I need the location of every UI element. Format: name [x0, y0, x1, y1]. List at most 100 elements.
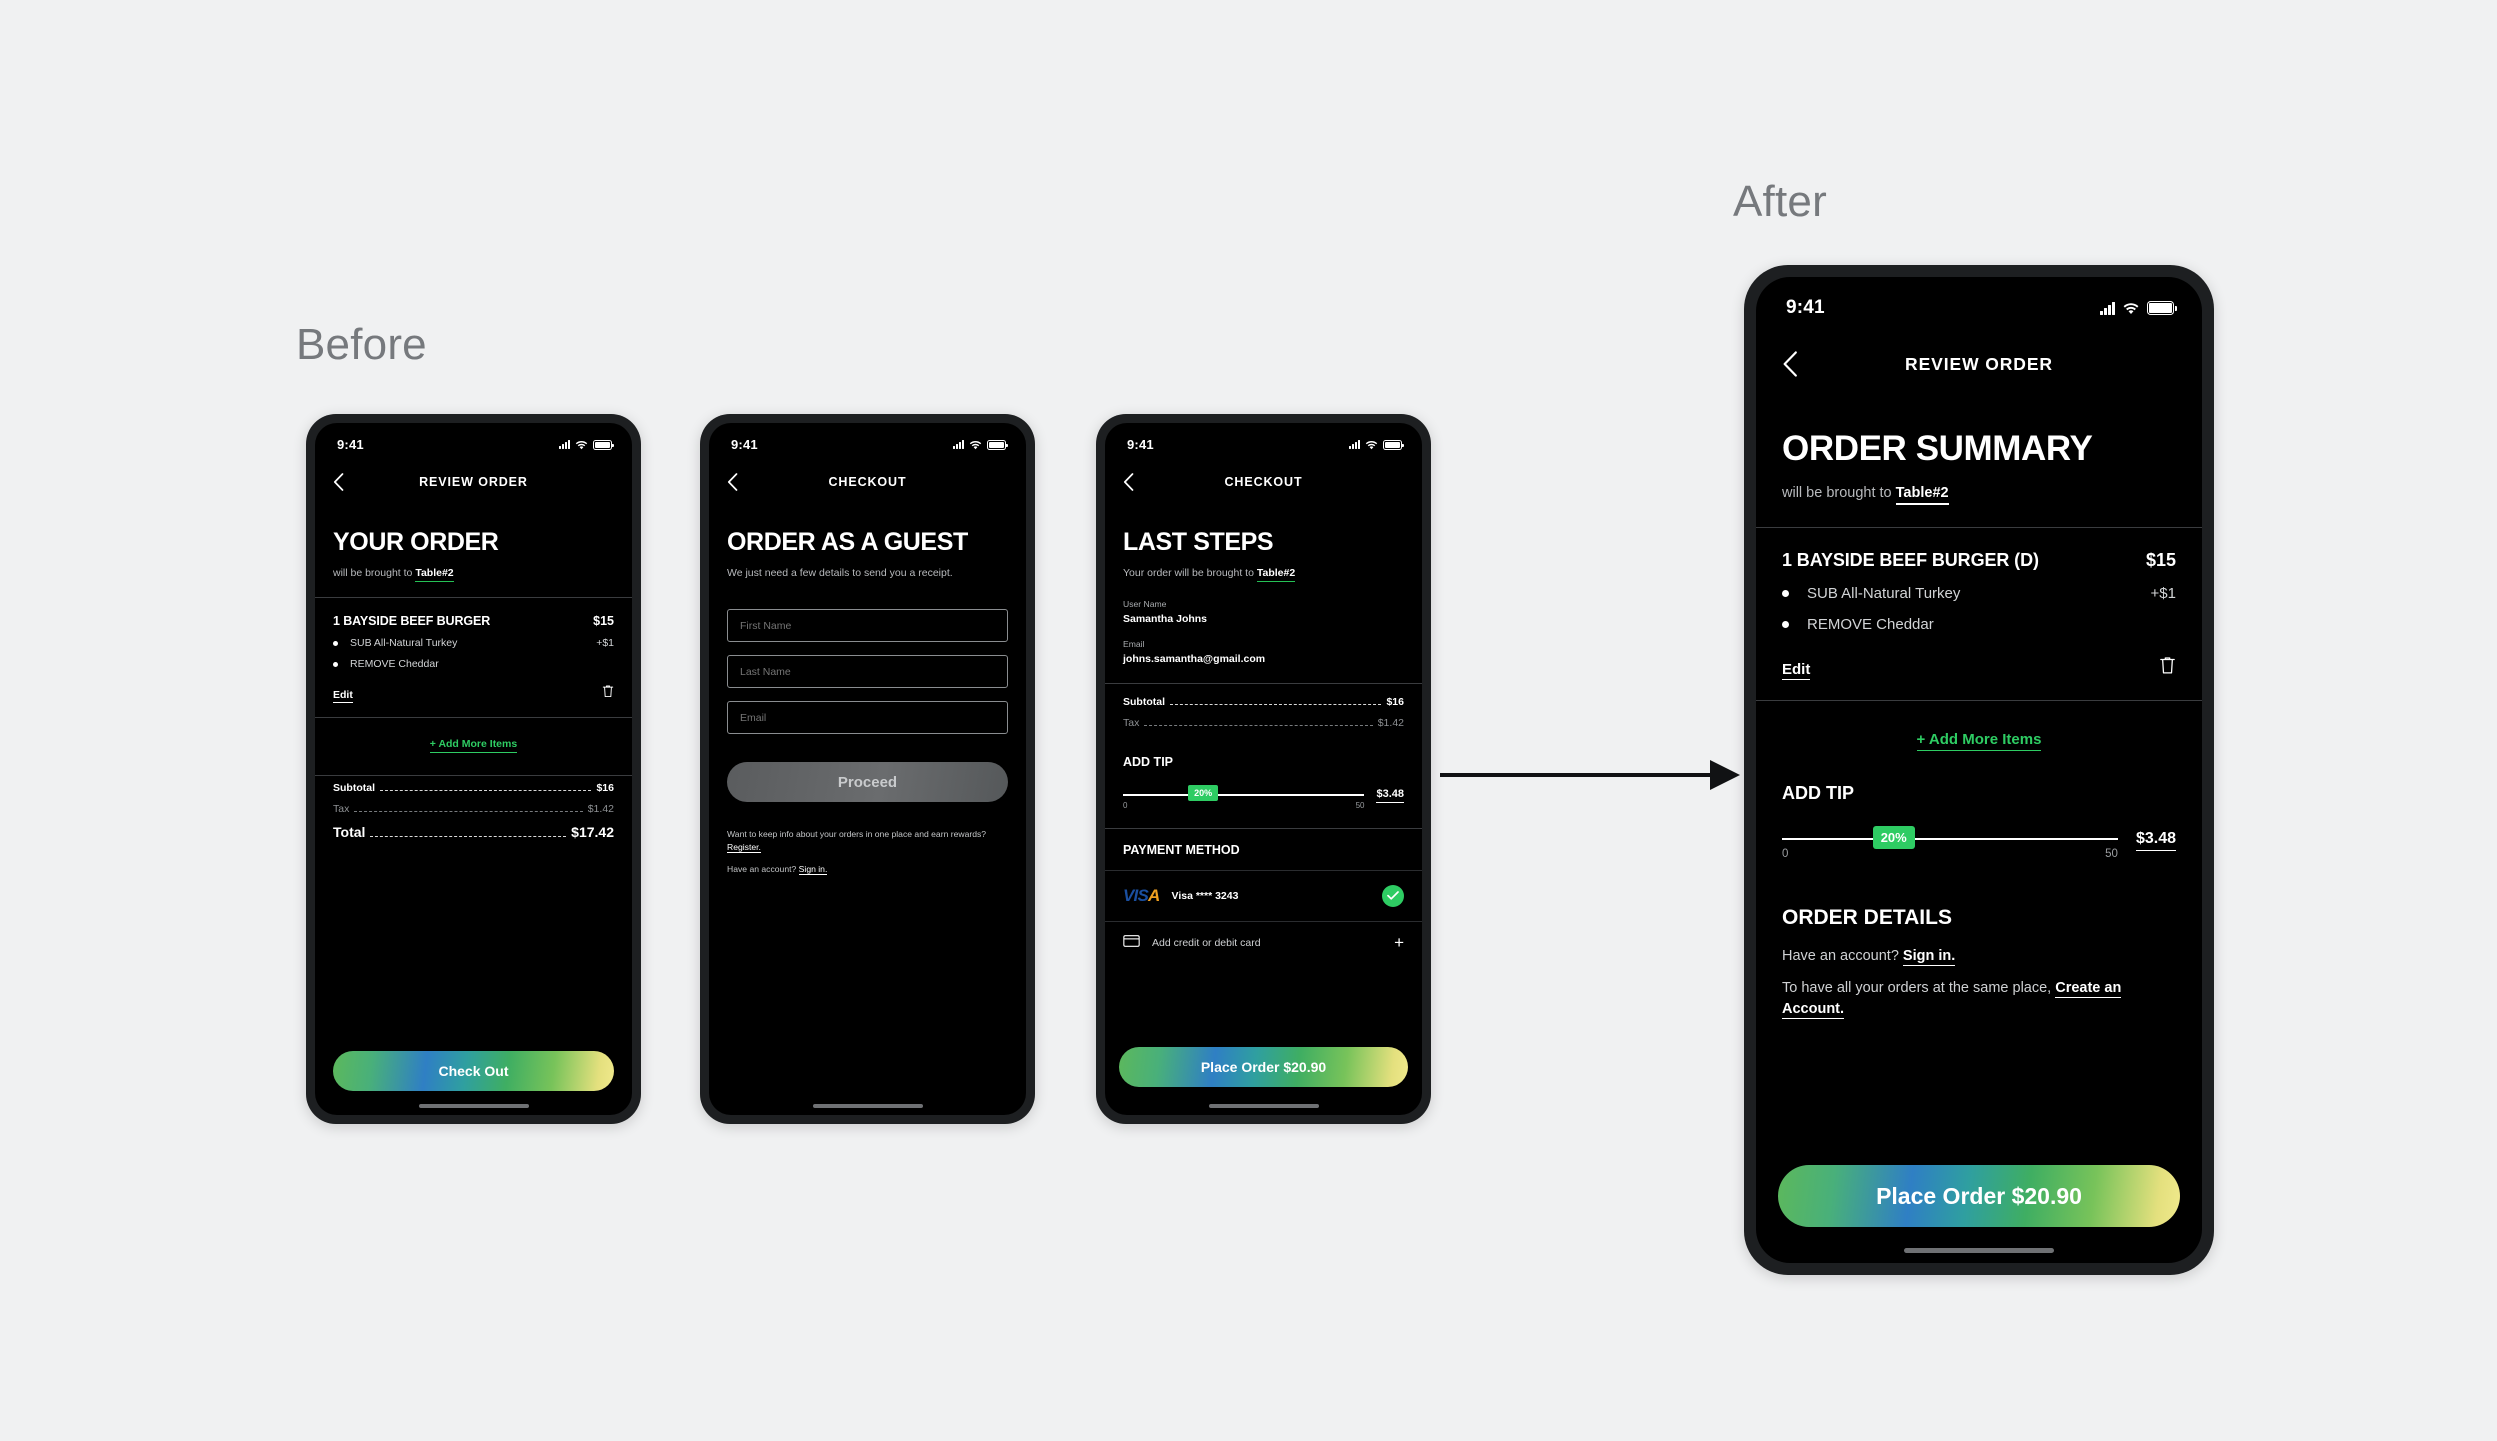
wifi-icon: [575, 440, 588, 450]
slider-min-label: 0: [1782, 848, 1789, 860]
tip-slider[interactable]: 20% 0 50: [1782, 826, 2118, 860]
place-order-button[interactable]: Place Order $20.90: [1119, 1047, 1408, 1087]
delete-item-button[interactable]: [2159, 655, 2176, 680]
bullet-icon: [333, 640, 338, 646]
nav-title: REVIEW ORDER: [1905, 353, 2053, 374]
item-actions: Edit: [1782, 655, 2176, 680]
proceed-button[interactable]: Proceed: [727, 762, 1008, 802]
item-header-row: 1 BAYSIDE BEEF BURGER (D) $15: [1782, 550, 2176, 571]
last-name-field[interactable]: [727, 655, 1008, 688]
status-bar: 9:41: [1756, 277, 2202, 325]
battery-icon: [1383, 439, 1404, 450]
arrow-head: [1710, 760, 1740, 790]
phone-guest-checkout: 9:41 CHECKOUT ORDER AS A GUEST We just n…: [700, 414, 1035, 1124]
home-indicator: [1904, 1248, 2054, 1253]
table-link[interactable]: Table#2: [415, 567, 454, 582]
nav-title: CHECKOUT: [828, 475, 907, 489]
tip-slider[interactable]: 20% 0 50: [1123, 785, 1365, 810]
page-title: ORDER SUMMARY: [1782, 429, 2093, 468]
edit-item-link[interactable]: Edit: [333, 689, 353, 703]
item-price: $15: [2145, 550, 2176, 570]
item-modifier: REMOVE Cheddar: [1782, 616, 2176, 633]
table-link[interactable]: Table#2: [1895, 485, 1949, 505]
phone-last-steps: 9:41 CHECKOUT LAST STEPS Your order will…: [1096, 414, 1431, 1124]
leader-dots: [354, 811, 583, 812]
cellular-signal-icon: [953, 440, 964, 449]
wifi-icon: [969, 440, 982, 450]
total-row-tax: Tax $1.42: [1123, 717, 1404, 729]
table-subline: Your order will be brought to Table#2: [1105, 557, 1422, 582]
slider-thumb[interactable]: 20%: [1872, 826, 1915, 849]
user-name-value: Samantha Johns: [1123, 613, 1208, 625]
tip-amount: $3.48: [1376, 788, 1404, 803]
item-name: 1 BAYSIDE BEEF BURGER: [333, 614, 491, 628]
item-price: $15: [593, 614, 614, 628]
register-link[interactable]: Register.: [727, 841, 761, 853]
total-value: $1.42: [587, 803, 614, 815]
item-actions: Edit: [333, 684, 614, 703]
modifier-price: +$1: [596, 637, 614, 649]
payment-method-title: PAYMENT METHOD: [1123, 842, 1240, 857]
table-subline-prefix: Your order will be brought to: [1123, 567, 1257, 579]
status-time: 9:41: [1786, 297, 1825, 318]
table-link[interactable]: Table#2: [1256, 567, 1296, 582]
arrow-line: [1440, 773, 1712, 777]
status-bar: 9:41: [1105, 423, 1422, 456]
add-more-items-link[interactable]: + Add More Items: [429, 738, 518, 753]
after-label: After: [1733, 177, 1827, 226]
cellular-signal-icon: [559, 440, 570, 449]
signin-note: Have an account? Sign in.: [1782, 948, 2176, 966]
slider-thumb[interactable]: 20%: [1188, 785, 1219, 801]
bullet-icon: [1782, 621, 1789, 628]
wifi-icon: [2122, 302, 2140, 315]
nav-bar: REVIEW ORDER: [315, 462, 632, 502]
plus-icon[interactable]: +: [1394, 934, 1404, 951]
item-name: 1 BAYSIDE BEEF BURGER (D): [1782, 550, 2039, 570]
total-value: $1.42: [1377, 717, 1404, 729]
screen-review-order: 9:41 REVIEW ORDER YOUR ORDER will be bro…: [315, 423, 632, 1115]
status-time: 9:41: [731, 437, 758, 452]
saved-card-row[interactable]: VISA Visa **** 3243: [1105, 871, 1422, 921]
register-note: Want to keep info about your orders in o…: [709, 802, 1026, 854]
table-subline: will be brought to Table#2: [1756, 469, 2202, 505]
user-name-label: User Name: [1123, 599, 1167, 609]
first-name-field[interactable]: [727, 609, 1008, 642]
order-item: 1 BAYSIDE BEEF BURGER (D) $15 SUB All-Na…: [1756, 528, 2202, 700]
item-modifier: SUB All-Natural Turkey +$1: [1782, 585, 2176, 602]
add-more-items-link[interactable]: + Add More Items: [1916, 731, 2042, 751]
add-card-label: Add credit or debit card: [1152, 936, 1261, 949]
page-subtitle: We just need a few details to send you a…: [727, 567, 953, 579]
total-value: $17.42: [571, 824, 614, 840]
signin-note: Have an account? Sign in.: [709, 854, 1026, 875]
leader-dots: [1144, 725, 1373, 726]
add-card-row[interactable]: Add credit or debit card +: [1105, 922, 1422, 964]
screen-last-steps: 9:41 CHECKOUT LAST STEPS Your order will…: [1105, 423, 1422, 1115]
modifier-price: +$1: [2150, 585, 2176, 602]
slider-min-label: 0: [1123, 800, 1128, 810]
edit-item-link[interactable]: Edit: [1782, 661, 1811, 680]
total-value: $16: [596, 782, 614, 794]
total-label: Total: [333, 824, 366, 840]
signin-link[interactable]: Sign in.: [1902, 948, 1956, 966]
table-subline-prefix: will be brought to: [1782, 485, 1896, 501]
total-label: Subtotal: [333, 782, 375, 794]
delete-item-button[interactable]: [602, 684, 614, 703]
screen-order-summary: 9:41 REVIEW ORDER ORDER SUMMARY will be …: [1756, 277, 2202, 1263]
status-time: 9:41: [337, 437, 364, 452]
create-account-note: To have all your orders at the same plac…: [1782, 978, 2176, 1020]
home-indicator: [1208, 1104, 1319, 1108]
cellular-signal-icon: [1349, 440, 1360, 449]
phone-review-order: 9:41 REVIEW ORDER YOUR ORDER will be bro…: [306, 414, 641, 1124]
total-value: $16: [1386, 696, 1404, 708]
check-out-button[interactable]: Check Out: [333, 1051, 614, 1091]
tip-section: ADD TIP 20% 0 50 $3.48: [1105, 755, 1422, 810]
comparison-canvas: Before After 9:41 REVIEW ORDER YOUR ORDE…: [0, 0, 2497, 1441]
signin-link[interactable]: Sign in.: [798, 863, 828, 875]
place-order-button[interactable]: Place Order $20.90: [1778, 1165, 2180, 1227]
battery-icon: [2147, 301, 2177, 315]
email-field[interactable]: [727, 701, 1008, 734]
tip-title: ADD TIP: [1123, 755, 1173, 769]
phone-order-summary: 9:41 REVIEW ORDER ORDER SUMMARY will be …: [1744, 265, 2214, 1275]
total-label: Tax: [1123, 717, 1140, 729]
trash-icon: [602, 685, 614, 698]
